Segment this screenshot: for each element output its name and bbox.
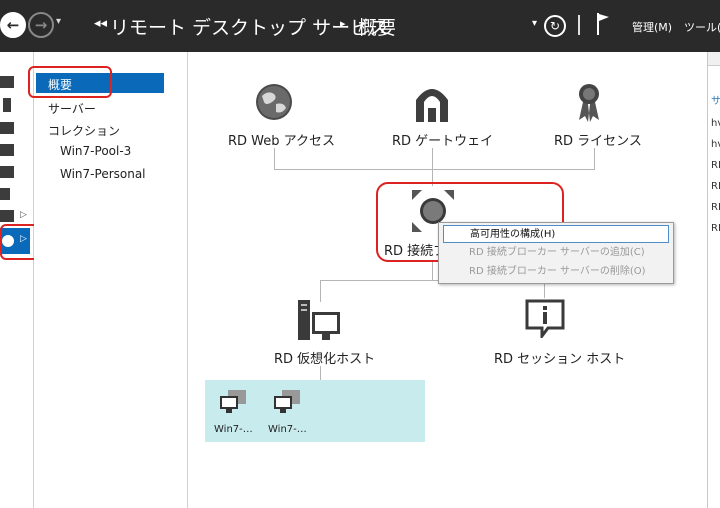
breadcrumb-root[interactable]: リモート デスクトップ サービス xyxy=(110,13,388,40)
storage-icon[interactable] xyxy=(0,144,14,156)
virtual-desktop-icon[interactable] xyxy=(272,390,302,414)
connector-line xyxy=(432,260,433,280)
servers-icon[interactable] xyxy=(0,122,14,134)
manage-menu[interactable]: 管理(M) xyxy=(632,19,672,35)
globe-icon[interactable] xyxy=(254,82,294,122)
back-arrow-icon: ← xyxy=(6,16,20,34)
breadcrumb-back-icon[interactable]: ◂◂ xyxy=(94,16,107,31)
context-menu: 高可用性の構成(H) RD 接続ブローカー サーバーの追加(C) RD 接続ブロ… xyxy=(438,222,674,284)
gateway-icon[interactable] xyxy=(414,82,450,124)
tasks-pane-item[interactable]: RD xyxy=(711,223,720,234)
license-ribbon-icon[interactable] xyxy=(576,82,602,122)
back-button[interactable]: ← xyxy=(0,12,26,38)
virtualization-host-label[interactable]: RD 仮想化ホスト xyxy=(274,348,375,367)
tasks-pane-item[interactable]: hv xyxy=(711,139,720,150)
nav-item-collection[interactable]: Win7-Personal xyxy=(60,167,146,181)
tasks-pane-item[interactable]: RD xyxy=(711,181,720,192)
forward-button[interactable]: → xyxy=(28,12,54,38)
expand-arrow-icon[interactable]: ▷ xyxy=(20,210,27,220)
services-icon[interactable] xyxy=(0,166,14,178)
info-icon[interactable] xyxy=(3,98,11,112)
refresh-icon[interactable]: ↻ xyxy=(544,15,566,37)
connector-line xyxy=(274,169,594,170)
forward-arrow-icon: → xyxy=(34,16,48,34)
virtualization-host-icon[interactable] xyxy=(298,298,342,342)
session-host-label[interactable]: RD セッション ホスト xyxy=(494,348,625,367)
annotation-highlight xyxy=(28,66,112,98)
virtual-desktop-icon[interactable] xyxy=(218,390,248,414)
configure-high-availability-menu-item[interactable]: 高可用性の構成(H) xyxy=(443,225,669,243)
pane-scroll-button[interactable] xyxy=(708,52,720,66)
connector-line xyxy=(594,148,595,170)
gateway-label[interactable]: RD ゲートウェイ xyxy=(392,130,493,149)
tasks-pane-item[interactable]: RD xyxy=(711,202,720,213)
tasks-pane-item[interactable]: RD xyxy=(711,160,720,171)
add-broker-server-menu-item: RD 接続ブローカー サーバーの追加(C) xyxy=(469,247,645,258)
connector-line xyxy=(320,280,438,281)
nav-item-servers[interactable]: サーバー xyxy=(48,100,96,117)
tasks-pane-heading: サ xyxy=(711,96,720,107)
vm-label[interactable]: Win7-… xyxy=(214,424,253,435)
remove-broker-server-menu-item: RD 接続ブローカー サーバーの削除(O) xyxy=(469,266,646,277)
history-dropdown-icon[interactable]: ▾ xyxy=(56,16,61,27)
vm-label[interactable]: Win7-… xyxy=(268,424,307,435)
connector-line xyxy=(320,366,321,380)
file-services-icon[interactable] xyxy=(0,210,14,222)
tasks-pane-item[interactable]: hv xyxy=(711,118,720,129)
dashboard-icon[interactable] xyxy=(0,76,14,88)
toolbar-divider xyxy=(578,15,580,35)
session-host-icon[interactable] xyxy=(524,298,566,338)
connector-line xyxy=(432,148,433,186)
tools-menu[interactable]: ツール(T xyxy=(684,19,720,35)
breadcrumb-separator-icon: ▸ xyxy=(340,17,346,30)
breadcrumb-current: 概要 xyxy=(358,17,397,39)
connector-line xyxy=(274,148,275,170)
navigation-panel xyxy=(34,52,188,508)
nav-item-collection[interactable]: Win7-Pool-3 xyxy=(60,144,131,158)
tools-icon[interactable] xyxy=(0,188,10,200)
toolbar-dropdown-icon[interactable]: ▾ xyxy=(532,18,537,29)
notifications-flag-icon[interactable] xyxy=(596,12,610,36)
licensing-label[interactable]: RD ライセンス xyxy=(554,130,642,149)
nav-item-collections[interactable]: コレクション xyxy=(48,122,120,139)
web-access-label[interactable]: RD Web アクセス xyxy=(228,130,335,149)
connector-line xyxy=(544,284,545,298)
